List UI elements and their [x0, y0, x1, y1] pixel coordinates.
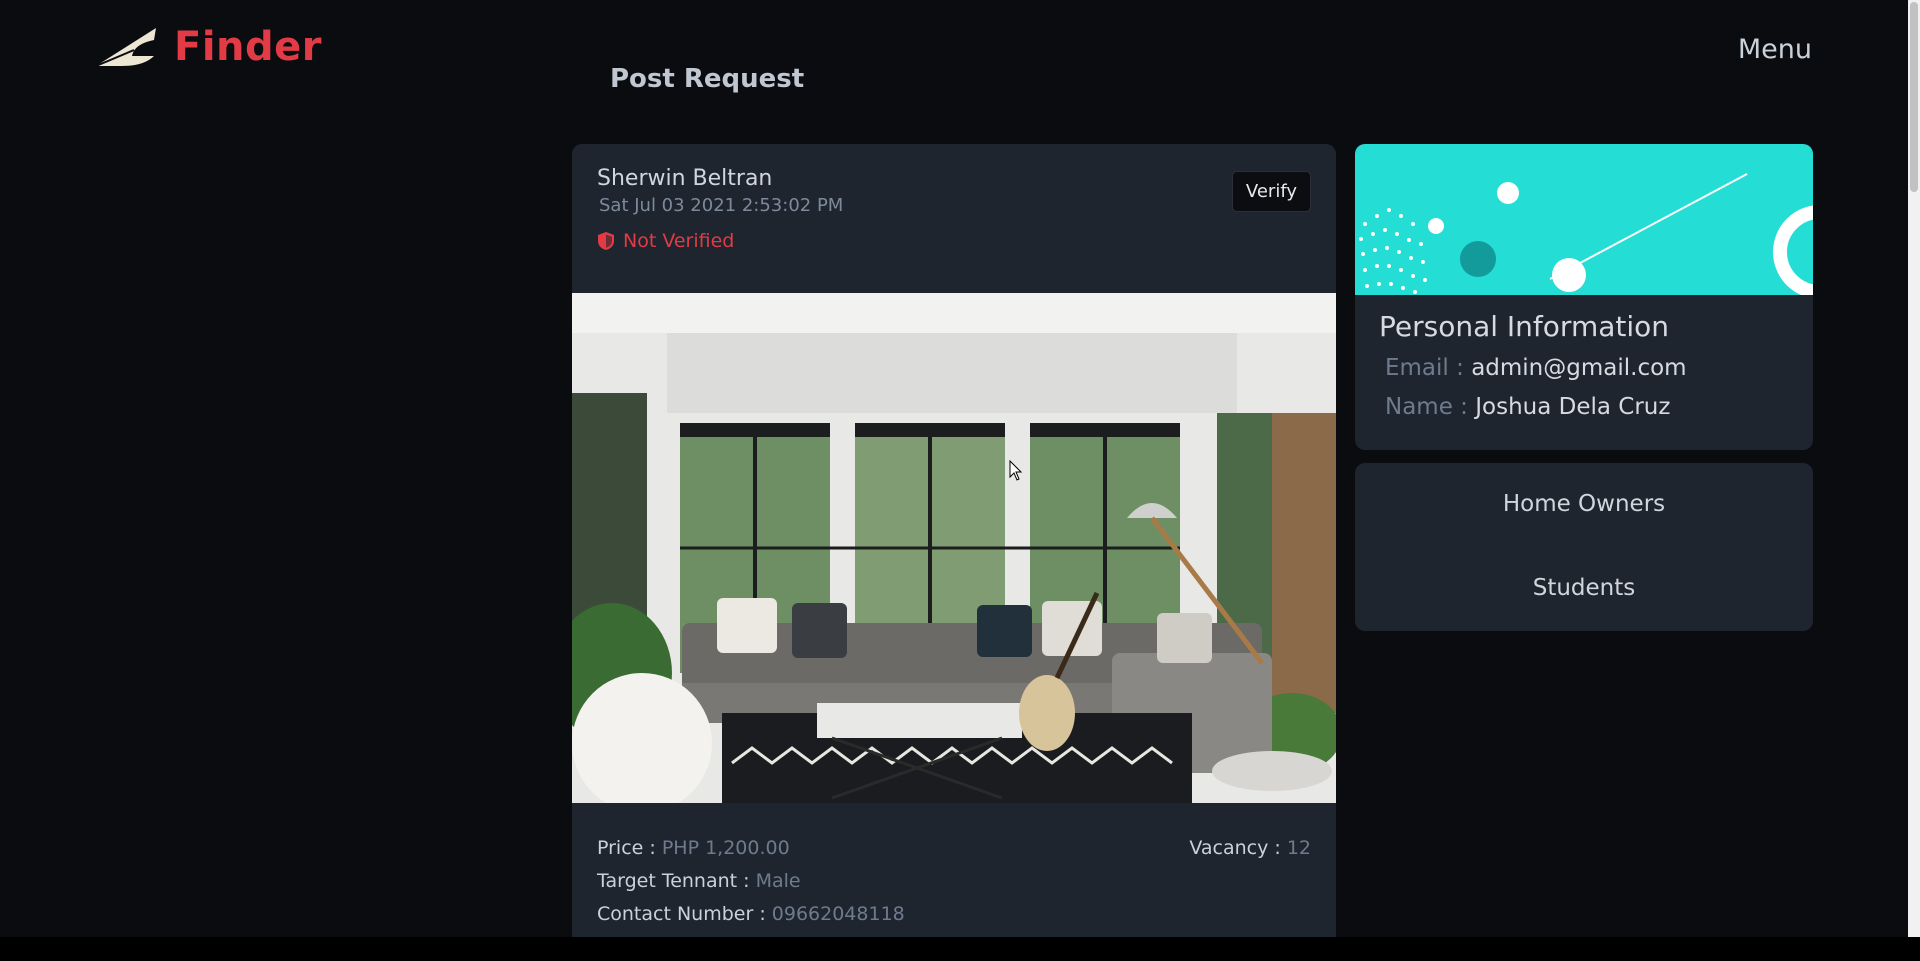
bottom-bar [0, 937, 1920, 961]
email-label: Email : [1385, 355, 1464, 381]
vacancy-value: 12 [1286, 837, 1311, 859]
personal-info-title: Personal Information [1379, 310, 1670, 343]
nav-item-home-owners[interactable]: Home Owners [1355, 491, 1813, 517]
email-value: admin@gmail.com [1471, 355, 1687, 381]
verification-status: Not Verified [597, 230, 734, 252]
menu-button[interactable]: Menu [1738, 34, 1812, 65]
target-label: Target Tennant : [597, 870, 750, 892]
page-scrollbar[interactable] [1908, 0, 1920, 937]
post-details: Price : PHP 1,200.00 Target Tennant : Ma… [597, 832, 905, 931]
contact-row: Contact Number : 09662048118 [597, 898, 905, 931]
vacancy-row: Vacancy : 12 [1189, 832, 1311, 865]
name-value: Joshua Dela Cruz [1475, 394, 1671, 420]
contact-value: 09662048118 [771, 903, 905, 925]
price-label: Price : [597, 837, 656, 859]
target-row: Target Tennant : Male [597, 865, 905, 898]
status-text: Not Verified [623, 230, 735, 252]
contact-label: Contact Number : [597, 903, 766, 925]
post-date: Sat Jul 03 2021 2:53:02 PM [599, 195, 844, 216]
logo-text: Finder [174, 24, 322, 70]
poster-name: Sherwin Beltran [597, 166, 773, 191]
name-label: Name : [1385, 394, 1468, 420]
price-row: Price : PHP 1,200.00 [597, 832, 905, 865]
user-type-nav: Home Owners Students [1355, 463, 1813, 631]
paper-plane-icon [95, 28, 156, 67]
post-card: Sherwin Beltran Sat Jul 03 2021 2:53:02 … [572, 144, 1336, 944]
verify-button[interactable]: Verify [1231, 171, 1311, 212]
shield-icon [598, 232, 614, 250]
name-row: Name : Joshua Dela Cruz [1385, 394, 1670, 420]
personal-info-card: Personal Information Email : admin@gmail… [1355, 144, 1813, 450]
target-value: Male [755, 870, 801, 892]
page-title: Post Request [610, 64, 805, 94]
email-row: Email : admin@gmail.com [1385, 355, 1687, 381]
scrollbar-thumb[interactable] [1910, 2, 1918, 192]
living-room-photo [572, 293, 1336, 803]
logo[interactable]: Finder [94, 24, 322, 70]
nav-item-students[interactable]: Students [1355, 575, 1813, 601]
decorative-banner [1355, 144, 1813, 295]
price-value: PHP 1,200.00 [661, 837, 790, 859]
mouse-cursor-icon [1009, 460, 1023, 481]
vacancy-label: Vacancy : [1189, 837, 1281, 859]
